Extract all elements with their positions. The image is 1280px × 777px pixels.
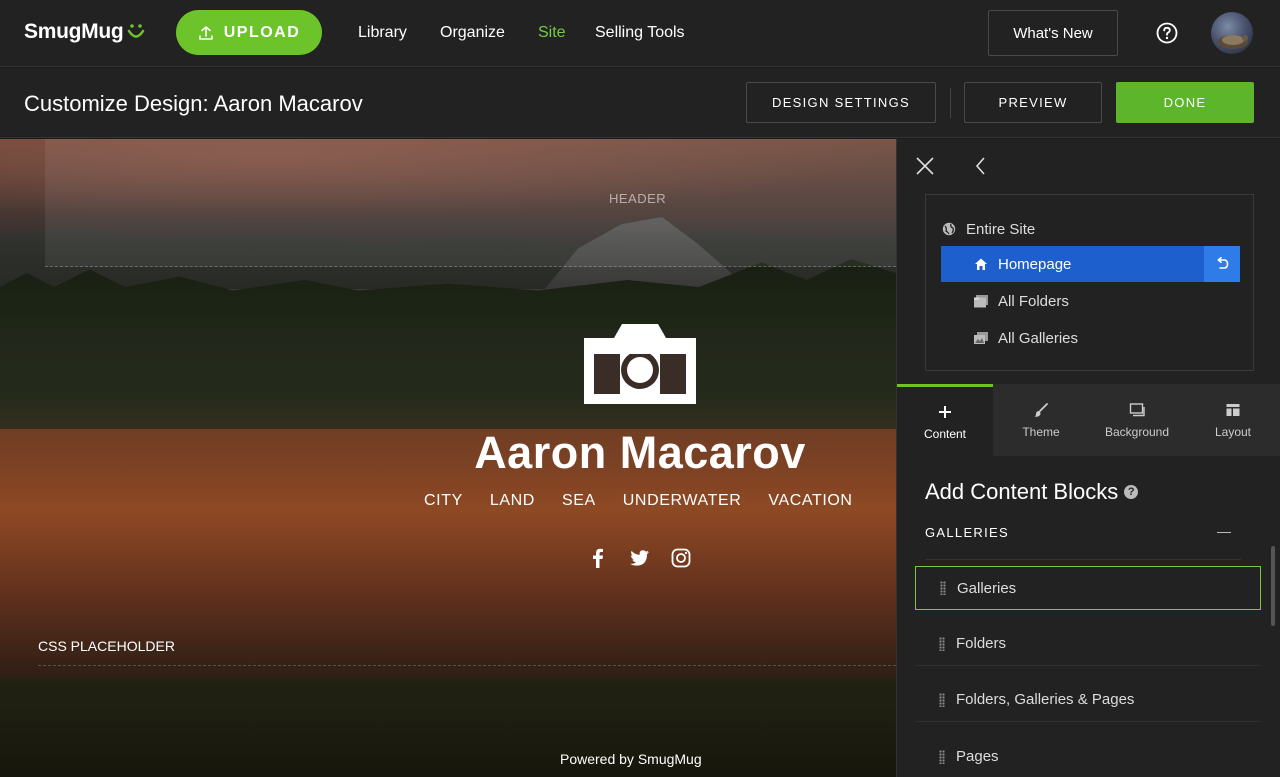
css-placeholder-divider	[38, 665, 896, 666]
smile-logo-icon	[128, 24, 145, 38]
globe-icon	[941, 221, 957, 237]
content-block-folders[interactable]: Folders	[915, 622, 1261, 666]
powered-by-footer[interactable]: Powered by SmugMug	[560, 751, 702, 767]
site-menu: CITY LAND SEA UNDERWATER VACATION	[424, 492, 853, 510]
upload-label: UPLOAD	[223, 23, 301, 41]
site-name[interactable]: Aaron Macarov	[448, 427, 832, 479]
customize-header: Customize Design: Aaron Macarov DESIGN S…	[0, 68, 1280, 138]
background-icon	[1128, 401, 1146, 419]
content-block-label: Galleries	[957, 579, 1017, 597]
menu-sea[interactable]: SEA	[562, 492, 596, 510]
nav-site[interactable]: Site	[538, 24, 566, 42]
tab-label: Content	[923, 426, 967, 441]
close-icon[interactable]	[915, 156, 935, 176]
help-icon[interactable]: ?	[1124, 485, 1139, 499]
upload-icon	[198, 25, 213, 40]
tab-content[interactable]: Content	[897, 384, 993, 456]
whats-new-button[interactable]: What's New	[988, 10, 1118, 56]
reset-icon[interactable]	[1204, 246, 1240, 282]
content-block-label: Folders, Galleries & Pages	[956, 691, 1135, 708]
camera-logo-icon[interactable]	[580, 322, 700, 406]
tab-layout[interactable]: Layout	[1185, 384, 1280, 456]
menu-land[interactable]: LAND	[490, 492, 535, 510]
user-avatar[interactable]	[1211, 12, 1253, 54]
content-block-galleries[interactable]: Galleries	[915, 566, 1261, 610]
preview-button[interactable]: PREVIEW	[964, 82, 1102, 123]
tab-label: Layout	[1214, 425, 1252, 439]
done-button[interactable]: DONE	[1116, 82, 1254, 123]
collapse-icon[interactable]	[1217, 532, 1231, 533]
tab-label: Theme	[1022, 425, 1060, 439]
facebook-icon[interactable]	[587, 547, 609, 569]
drag-handle-icon[interactable]	[939, 636, 945, 651]
add-content-blocks-label: Add Content Blocks	[925, 479, 1119, 504]
header-placeholder-zone[interactable]	[45, 139, 896, 267]
galleries-section-label[interactable]: GALLERIES	[925, 525, 1009, 540]
drag-handle-icon[interactable]	[939, 692, 945, 707]
scope-homepage[interactable]: Homepage	[941, 246, 1240, 282]
content-block-pages[interactable]: Pages	[915, 735, 1261, 777]
scope-label: Homepage	[998, 255, 1072, 273]
menu-underwater[interactable]: UNDERWATER	[623, 492, 742, 510]
logo-text: SmugMug	[24, 20, 124, 43]
tab-label: Background	[1104, 425, 1170, 439]
home-icon	[973, 256, 989, 272]
instagram-icon[interactable]	[670, 547, 692, 569]
layout-icon	[1224, 401, 1242, 419]
avatar-image	[1218, 35, 1248, 49]
add-content-blocks-title: Add Content Blocks ?	[925, 479, 1139, 505]
header-placeholder-label: HEADER	[609, 191, 667, 206]
menu-city[interactable]: CITY	[424, 492, 463, 510]
scope-all-folders[interactable]: All Folders	[941, 283, 1240, 319]
nav-organize[interactable]: Organize	[440, 24, 505, 42]
page-title: Customize Design: Aaron Macarov	[24, 91, 363, 116]
smugmug-logo[interactable]: SmugMug	[24, 20, 146, 44]
menu-vacation[interactable]: VACATION	[768, 492, 852, 510]
page-scope-selector: Entire Site Homepage All Folders All Gal…	[925, 194, 1254, 371]
nav-library[interactable]: Library	[358, 24, 407, 42]
upload-button[interactable]: UPLOAD	[176, 10, 322, 55]
header-divider	[950, 88, 951, 118]
nav-selling-tools[interactable]: Selling Tools	[595, 24, 685, 42]
drag-handle-icon[interactable]	[940, 581, 946, 595]
customize-panel: Entire Site Homepage All Folders All Gal…	[896, 139, 1280, 777]
panel-scrollbar[interactable]	[1271, 546, 1275, 626]
brush-icon	[1032, 401, 1050, 419]
panel-tabs: Content Theme Background Layout	[897, 384, 1280, 456]
section-divider	[925, 559, 1241, 560]
scope-label: All Folders	[998, 292, 1069, 310]
top-navigation: SmugMug UPLOAD Library Organize Site Sel…	[0, 0, 1280, 67]
content-block-label: Folders	[956, 635, 1007, 652]
site-preview[interactable]: HEADER Aaron Macarov CITY LAND SEA UNDER…	[0, 139, 896, 777]
tab-theme[interactable]: Theme	[993, 384, 1089, 456]
plus-icon	[936, 403, 954, 421]
design-settings-button[interactable]: DESIGN SETTINGS	[746, 82, 936, 123]
content-block-folders-galleries-pages[interactable]: Folders, Galleries & Pages	[915, 678, 1261, 722]
css-placeholder-label[interactable]: CSS PLACEHOLDER	[38, 638, 175, 654]
folders-icon	[973, 293, 989, 309]
galleries-icon	[973, 330, 989, 346]
help-icon[interactable]	[1156, 22, 1178, 44]
scope-entire-site[interactable]: Entire Site	[941, 211, 1240, 247]
chevron-left-icon[interactable]	[973, 155, 987, 177]
tab-background[interactable]: Background	[1089, 384, 1185, 456]
scope-all-galleries[interactable]: All Galleries	[941, 320, 1240, 356]
drag-handle-icon[interactable]	[939, 749, 945, 764]
twitter-icon[interactable]	[628, 547, 650, 569]
content-block-label: Pages	[956, 748, 999, 765]
scope-label: All Galleries	[998, 329, 1079, 347]
scope-label: Entire Site	[966, 220, 1036, 238]
